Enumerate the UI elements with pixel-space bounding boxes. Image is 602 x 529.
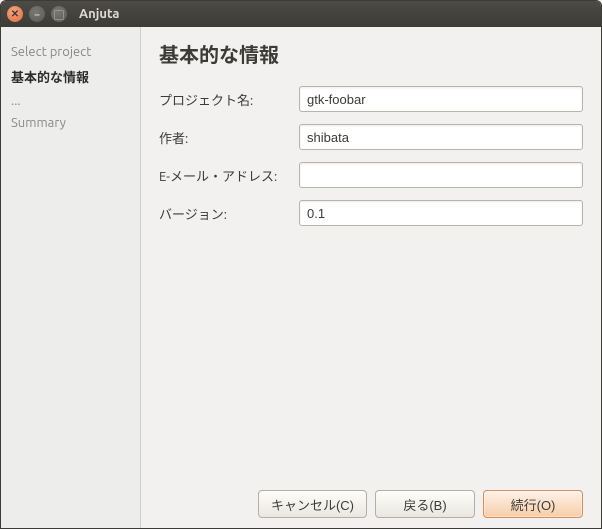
email-label: E-メール・アドレス: bbox=[159, 166, 289, 185]
email-input[interactable] bbox=[299, 162, 583, 188]
step-summary[interactable]: Summary bbox=[11, 112, 130, 134]
continue-button[interactable]: 続行(O) bbox=[483, 490, 583, 518]
author-label: 作者: bbox=[159, 128, 289, 147]
wizard-window: ✕ – ▢ Anjuta Select project 基本的な情報 ... S… bbox=[0, 0, 602, 529]
window-body: Select project 基本的な情報 ... Summary 基本的な情報… bbox=[1, 27, 601, 528]
step-ellipsis: ... bbox=[11, 90, 130, 112]
cancel-button[interactable]: キャンセル(C) bbox=[258, 490, 367, 518]
spacer bbox=[159, 226, 583, 480]
step-select-project[interactable]: Select project bbox=[11, 41, 130, 63]
button-row: キャンセル(C) 戻る(B) 続行(O) bbox=[159, 480, 583, 518]
maximize-icon[interactable]: ▢ bbox=[51, 6, 67, 22]
minimize-icon[interactable]: – bbox=[29, 6, 45, 22]
project-name-input[interactable] bbox=[299, 86, 583, 112]
back-button[interactable]: 戻る(B) bbox=[375, 490, 475, 518]
wizard-main: 基本的な情報 プロジェクト名: 作者: E-メール・アドレス: バージョン: キ… bbox=[141, 27, 601, 528]
version-input[interactable] bbox=[299, 200, 583, 226]
close-icon[interactable]: ✕ bbox=[7, 6, 23, 22]
step-basic-info[interactable]: 基本的な情報 bbox=[11, 63, 130, 90]
version-label: バージョン: bbox=[159, 204, 289, 223]
window-title: Anjuta bbox=[79, 7, 119, 21]
project-name-label: プロジェクト名: bbox=[159, 90, 289, 109]
author-input[interactable] bbox=[299, 124, 583, 150]
titlebar[interactable]: ✕ – ▢ Anjuta bbox=[1, 1, 601, 27]
page-heading: 基本的な情報 bbox=[159, 39, 583, 68]
basic-info-form: プロジェクト名: 作者: E-メール・アドレス: バージョン: bbox=[159, 86, 583, 226]
wizard-sidebar: Select project 基本的な情報 ... Summary bbox=[1, 27, 141, 528]
